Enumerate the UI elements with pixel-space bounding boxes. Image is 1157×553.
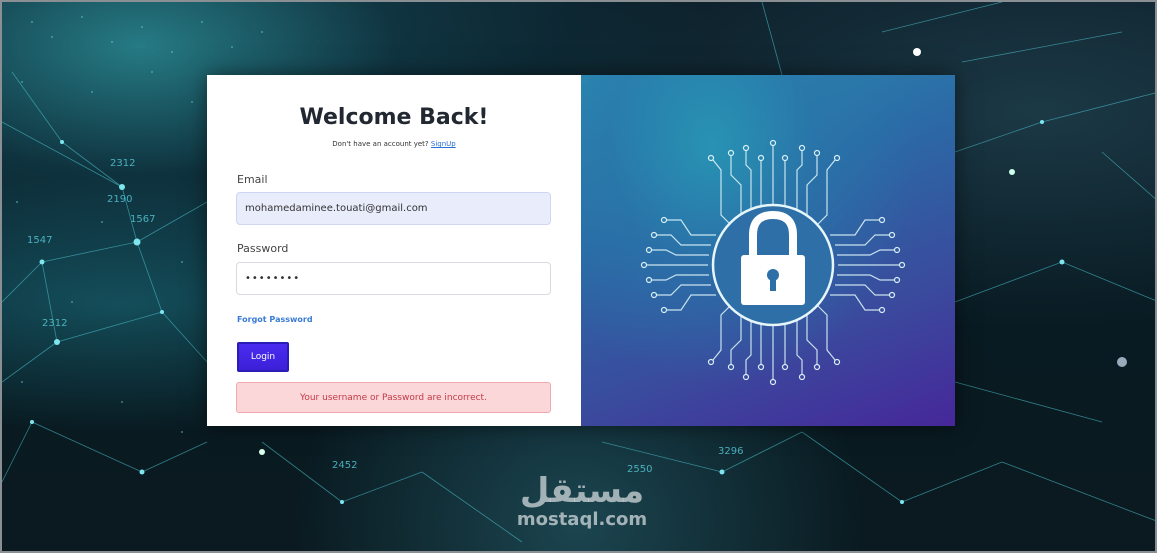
error-alert: Your username or Password are incorrect.: [236, 382, 551, 413]
bg-number: 3296: [718, 446, 744, 457]
login-form-panel: Welcome Back! Don't have an account yet?…: [207, 75, 581, 426]
page-background: 2312 2190 1567 1547 2312 2452 3296 2550 …: [0, 0, 1157, 553]
email-value: mohamedaminee.touati@gmail.com: [245, 203, 428, 214]
email-label: Email: [237, 173, 268, 186]
forgot-password-link[interactable]: Forgot Password: [237, 315, 313, 324]
mostaql-watermark: مستقل mostaql.com: [502, 472, 662, 530]
security-illustration: [581, 75, 955, 426]
signup-prompt: Don't have an account yet? SignUp: [207, 140, 581, 148]
signup-link[interactable]: SignUp: [431, 140, 456, 148]
bg-number: 2312: [42, 318, 68, 329]
login-card: Welcome Back! Don't have an account yet?…: [207, 75, 955, 426]
bg-number: 2190: [107, 194, 133, 205]
bg-number: 1567: [130, 214, 156, 225]
password-field[interactable]: ••••••••: [236, 262, 551, 295]
padlock-circuit-icon: [640, 139, 906, 386]
password-label: Password: [237, 242, 289, 255]
password-value: ••••••••: [245, 273, 301, 284]
watermark-domain: mostaql.com: [516, 509, 648, 530]
bg-number: 2312: [110, 158, 136, 169]
login-button[interactable]: Login: [237, 342, 289, 372]
page-title: Welcome Back!: [299, 105, 489, 130]
bg-number: 1547: [27, 235, 53, 246]
email-field[interactable]: mohamedaminee.touati@gmail.com: [236, 192, 551, 225]
bg-number: 2452: [332, 460, 358, 471]
signup-prompt-text: Don't have an account yet?: [332, 140, 429, 148]
watermark-logo: مستقل: [519, 471, 645, 511]
